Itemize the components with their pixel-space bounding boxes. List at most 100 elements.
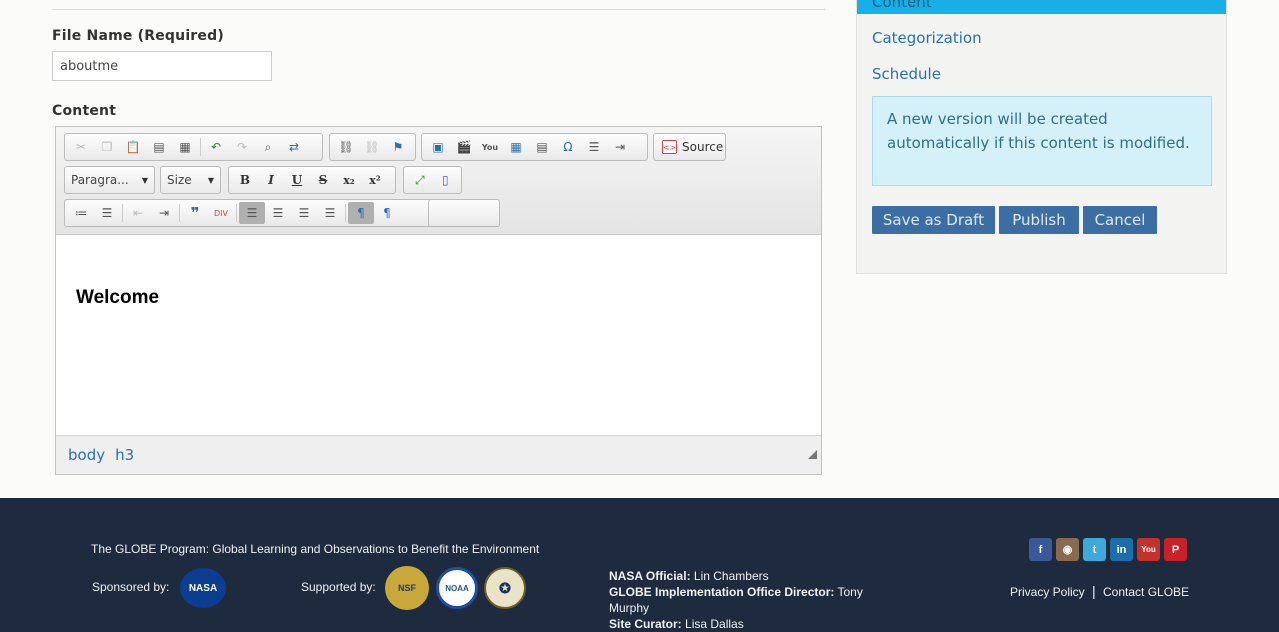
size-combo[interactable]: Size ▼ [160, 166, 221, 194]
separator [200, 138, 201, 156]
source-icon: <> [662, 140, 677, 154]
chevron-down-icon: ▼ [207, 175, 214, 185]
table-icon[interactable]: ▦ [503, 136, 529, 158]
path-item-h3[interactable]: h3 [115, 446, 134, 464]
separator [122, 204, 123, 222]
path-item-body[interactable]: body [68, 446, 105, 464]
anchor-icon[interactable]: ⚑ [385, 136, 411, 158]
source-group: <> Source [653, 133, 726, 161]
horizontal-line-icon[interactable]: ☰ [581, 136, 607, 158]
sidebar: Content Categorization Schedule A new ve… [856, 0, 1227, 274]
bold-icon[interactable]: B [232, 169, 258, 191]
blockquote-icon[interactable]: ❞ [182, 202, 208, 224]
site-footer: The GLOBE Program: Global Learning and O… [0, 498, 1279, 632]
curator-name: Lisa Dallas [685, 617, 744, 631]
footer-credits: NASA Official: Lin Chambers GLOBE Implem… [609, 568, 879, 632]
unlink-icon[interactable]: ⛓ [359, 136, 385, 158]
find-icon[interactable]: ⌕ [255, 136, 281, 158]
pinterest-icon[interactable]: P [1164, 538, 1187, 561]
resize-handle-icon[interactable] [808, 450, 817, 459]
image-icon[interactable]: ▣ [425, 136, 451, 158]
link-icon[interactable]: ⛓ [333, 136, 359, 158]
superscript-icon[interactable]: x² [362, 169, 388, 191]
sidebar-item-content[interactable]: Content [857, 0, 1226, 14]
special-char-icon[interactable]: Ω [555, 136, 581, 158]
size-combo-value: Size [167, 173, 192, 187]
bulleted-list-icon[interactable]: ☰ [94, 202, 120, 224]
content-heading: Welcome [76, 287, 160, 308]
twitter-icon[interactable]: t [1083, 538, 1106, 561]
align-left-icon[interactable]: ☰ [239, 202, 265, 224]
curator-line: Site Curator: Lisa Dallas [609, 616, 879, 632]
sidebar-item-schedule[interactable]: Schedule [872, 65, 941, 83]
align-center-icon[interactable]: ☰ [265, 202, 291, 224]
div-container-icon[interactable]: DIV [208, 202, 234, 224]
maximize-icon[interactable]: ⤢ [407, 169, 433, 191]
sidebar-item-categorization[interactable]: Categorization [872, 29, 982, 47]
rich-text-editor: ✂ ❐ 📋 ▤ ▦ ↶ ↷ ⌕ ⇄ ⛓ ⛓ ⚑ ▣ 🎬 You ▦ ▤ Ω ☰ … [55, 126, 822, 475]
style-group: B I U S x₂ x² [228, 166, 396, 194]
text-direction-rtl-icon[interactable]: ¶ [374, 202, 400, 224]
separator [345, 204, 346, 222]
show-blocks-icon[interactable]: ▯ [433, 169, 459, 191]
text-direction-ltr-icon[interactable]: ¶ [348, 202, 374, 224]
format-combo-value: Paragra... [71, 173, 129, 187]
replace-icon[interactable]: ⇄ [281, 136, 307, 158]
element-path-bar: body h3 [56, 435, 821, 474]
paste-word-icon[interactable]: ▦ [172, 136, 198, 158]
file-name-input[interactable] [52, 51, 272, 81]
format-combo[interactable]: Paragra... ▼ [64, 166, 155, 194]
curator-label: Site Curator: [609, 617, 682, 631]
source-button[interactable]: <> Source [657, 140, 728, 154]
editor-content-area[interactable]: Welcome [56, 235, 821, 436]
separator [236, 204, 237, 222]
footer-link-divider: | [1092, 583, 1096, 599]
state-department-seal[interactable]: ✪ [484, 567, 526, 609]
align-right-icon[interactable]: ☰ [291, 202, 317, 224]
director-label: GLOBE Implementation Office Director: [609, 585, 835, 599]
save-draft-button[interactable]: Save as Draft [872, 206, 995, 234]
undo-icon[interactable]: ↶ [203, 136, 229, 158]
editor-toolbar: ✂ ❐ 📋 ▤ ▦ ↶ ↷ ⌕ ⇄ ⛓ ⛓ ⚑ ▣ 🎬 You ▦ ▤ Ω ☰ … [56, 127, 821, 235]
contact-globe-link[interactable]: Contact GLOBE [1103, 585, 1189, 599]
director-line: GLOBE Implementation Office Director: To… [609, 584, 879, 616]
noaa-logo[interactable]: NOAA [436, 567, 478, 609]
chevron-down-icon: ▼ [141, 175, 148, 185]
paste-text-icon[interactable]: ▤ [146, 136, 172, 158]
subscript-icon[interactable]: x₂ [336, 169, 362, 191]
cancel-button[interactable]: Cancel [1083, 206, 1157, 234]
view-group: ⤢ ▯ [403, 166, 462, 194]
footer-tagline: The GLOBE Program: Global Learning and O… [91, 542, 540, 556]
align-justify-icon[interactable]: ☰ [317, 202, 343, 224]
instagram-icon[interactable]: ◉ [1056, 538, 1079, 561]
page-break-icon[interactable]: ⇥ [607, 136, 633, 158]
underline-icon[interactable]: U [284, 169, 310, 191]
publish-button[interactable]: Publish [999, 206, 1079, 234]
video-icon[interactable]: 🎬 [451, 136, 477, 158]
nasa-logo[interactable]: NASA [180, 568, 226, 608]
content-label: Content [52, 103, 117, 119]
privacy-policy-link[interactable]: Privacy Policy [1010, 585, 1085, 599]
indent-icon[interactable]: ⇥ [151, 202, 177, 224]
paste-icon[interactable]: 📋 [120, 136, 146, 158]
italic-icon[interactable]: I [258, 169, 284, 191]
youtube-embed-icon[interactable]: You [477, 136, 503, 158]
iframe-icon[interactable]: ▤ [529, 136, 555, 158]
copy-icon[interactable]: ❐ [94, 136, 120, 158]
strikethrough-icon[interactable]: S [310, 169, 336, 191]
insert-group: ▣ 🎬 You ▦ ▤ Ω ☰ ⇥ [421, 133, 648, 161]
nsf-logo[interactable]: NSF [385, 566, 429, 610]
numbered-list-icon[interactable]: ≔ [68, 202, 94, 224]
version-notice: A new version will be created automatica… [872, 96, 1212, 186]
separator [179, 204, 180, 222]
outdent-icon[interactable]: ⇤ [125, 202, 151, 224]
redo-icon[interactable]: ↷ [229, 136, 255, 158]
nasa-official-line: NASA Official: Lin Chambers [609, 568, 879, 584]
nasa-official-label: NASA Official: [609, 569, 691, 583]
sidebar-item-label: Content [872, 0, 932, 11]
cut-icon[interactable]: ✂ [68, 136, 94, 158]
paragraph-group: ≔ ☰ ⇤ ⇥ ❞ DIV ☰ ☰ ☰ ☰ ¶ ¶ [64, 199, 466, 227]
facebook-icon[interactable]: f [1029, 538, 1052, 561]
linkedin-icon[interactable]: in [1110, 538, 1133, 561]
youtube-icon[interactable]: You [1137, 538, 1160, 561]
